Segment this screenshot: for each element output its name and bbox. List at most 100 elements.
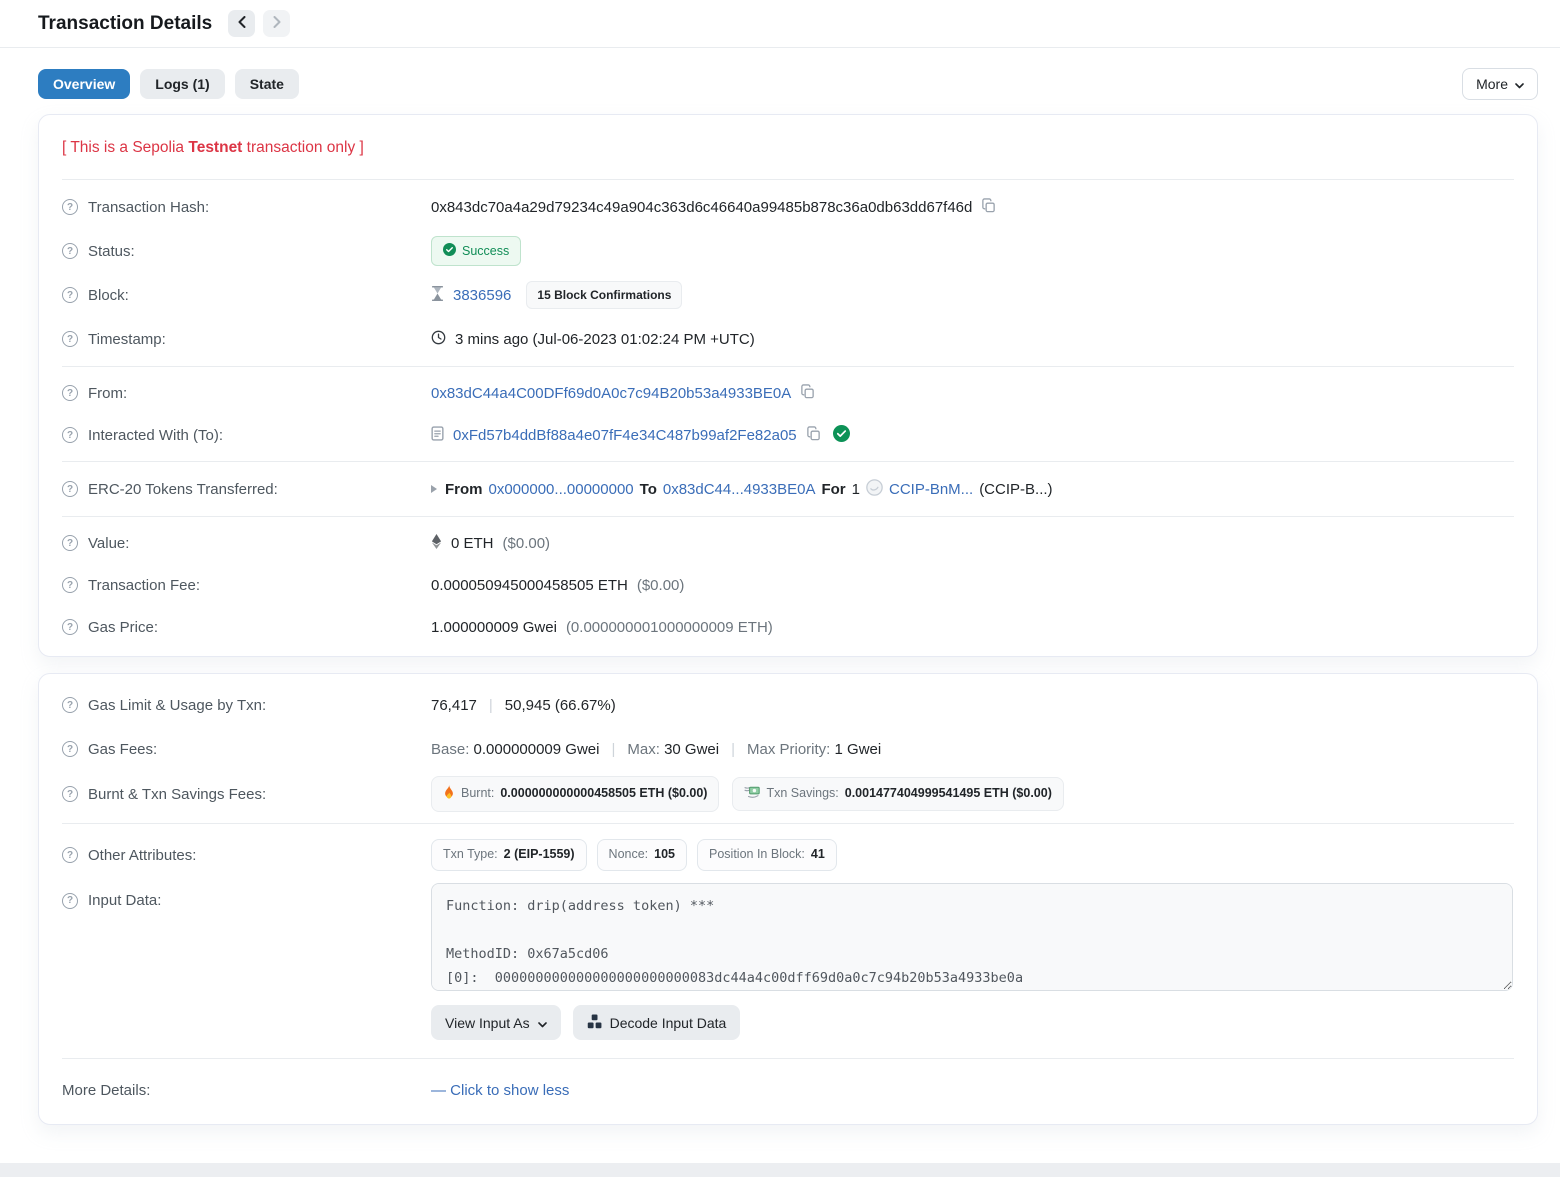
copy-to-button[interactable]: [806, 426, 821, 444]
eth-icon: [431, 534, 442, 553]
erc20-from-label: From: [445, 481, 483, 498]
tab-logs[interactable]: Logs (1): [140, 69, 224, 99]
help-icon: ?: [62, 741, 78, 757]
timestamp-value: 3 mins ago (Jul-06-2023 01:02:24 PM +UTC…: [455, 331, 755, 348]
hourglass-icon: [431, 286, 444, 305]
erc20-amount: 1: [852, 481, 860, 498]
help-icon: ?: [62, 535, 78, 551]
decode-cubes-icon: [587, 1014, 602, 1031]
help-icon: ?: [62, 481, 78, 497]
footer-strip: [0, 1163, 1560, 1177]
transaction-fee-value: 0.000050945000458505 ETH: [431, 577, 628, 594]
interacted-with-label: Interacted With (To):: [88, 427, 223, 444]
help-icon: ?: [62, 385, 78, 401]
next-transaction-button[interactable]: [263, 10, 290, 37]
burnt-savings-label: Burnt & Txn Savings Fees:: [88, 786, 266, 803]
timestamp-label: Timestamp:: [88, 331, 166, 348]
erc20-transfers-row: ? ERC-20 Tokens Transferred: From 0x00000…: [62, 467, 1514, 511]
max-fee-value: 30 Gwei: [664, 741, 719, 758]
base-fee-label: Base:: [431, 741, 469, 758]
other-attributes-label: Other Attributes:: [88, 847, 196, 864]
transaction-hash-row: ? Transaction Hash: 0x843dc70a4a29d79234c…: [62, 185, 1514, 229]
help-icon: ?: [62, 287, 78, 303]
from-row: ? From: 0x83dC44a4C00DFf69d0A0c7c94B20b53…: [62, 372, 1514, 414]
block-confirmations-badge: 15 Block Confirmations: [526, 281, 682, 309]
chevron-down-icon: [538, 1016, 547, 1030]
value-usd: ($0.00): [503, 535, 551, 552]
help-icon: ?: [62, 697, 78, 713]
more-button-label: More: [1476, 77, 1508, 91]
txn-savings-value: 0.001477404999541495 ETH ($0.00): [845, 787, 1052, 801]
erc20-to-address-link[interactable]: 0x83dC44...4933BE0A: [663, 481, 816, 498]
more-button[interactable]: More: [1462, 68, 1538, 100]
from-label: From:: [88, 385, 127, 402]
gas-price-eth: (0.000000001000000009 ETH): [566, 619, 773, 636]
transaction-hash-label: Transaction Hash:: [88, 199, 209, 216]
chevron-left-icon: [238, 16, 246, 31]
value-label: Value:: [88, 535, 129, 552]
input-data-label: Input Data:: [88, 892, 161, 909]
help-icon: ?: [62, 331, 78, 347]
view-input-as-button[interactable]: View Input As: [431, 1005, 561, 1040]
help-icon: ?: [62, 199, 78, 215]
gas-price-row: ?Gas Price: 1.000000009 Gwei (0.00000000…: [62, 606, 1514, 648]
chevron-down-icon: [1515, 77, 1524, 91]
from-address-link[interactable]: 0x83dC44a4C00DFf69d0A0c7c94B20b53a4933BE…: [431, 385, 791, 402]
more-details-row: More Details: — Click to show less: [62, 1064, 1514, 1116]
token-link[interactable]: CCIP-BnM...: [889, 481, 973, 498]
interacted-with-row: ? Interacted With (To): 0xFd57b4ddBf88a4e…: [62, 414, 1514, 456]
header-divider: [0, 47, 1560, 48]
decode-input-data-button[interactable]: Decode Input Data: [573, 1005, 741, 1040]
gas-fees-row: ?Gas Fees: Base: 0.000000009 Gwei | Max:…: [62, 728, 1514, 770]
divider: [62, 461, 1514, 462]
to-address-link[interactable]: 0xFd57b4ddBf88a4e07fF4e34C487b99af2Fe82a…: [453, 427, 797, 444]
separator: |: [731, 741, 735, 758]
token-symbol-paren: (CCIP-B...): [979, 481, 1052, 498]
tab-state[interactable]: State: [235, 69, 299, 99]
other-attributes-row: ?Other Attributes: Txn Type:2 (EIP-1559)…: [62, 829, 1514, 881]
transaction-hash-value: 0x843dc70a4a29d79234c49a904c363d6c46640a…: [431, 199, 972, 216]
divider: [62, 179, 1514, 180]
contract-icon: [431, 426, 444, 445]
max-priority-value: 1 Gwei: [835, 741, 882, 758]
details-card: ?Gas Limit & Usage by Txn: 76,417 | 50,9…: [38, 673, 1538, 1125]
erc20-from-address-link[interactable]: 0x000000...00000000: [489, 481, 634, 498]
copy-hash-button[interactable]: [981, 198, 996, 216]
separator: |: [489, 697, 493, 714]
prev-transaction-button[interactable]: [228, 10, 255, 37]
gas-limit-row: ?Gas Limit & Usage by Txn: 76,417 | 50,9…: [62, 682, 1514, 728]
help-icon: ?: [62, 427, 78, 443]
clock-icon: [431, 330, 446, 349]
help-icon: ?: [62, 619, 78, 635]
help-icon: ?: [62, 577, 78, 593]
gas-fees-label: Gas Fees:: [88, 741, 157, 758]
max-priority-label: Max Priority:: [747, 741, 830, 758]
timestamp-row: ? Timestamp: 3 mins ago (Jul-06-2023 01:0…: [62, 317, 1514, 361]
verified-check-icon: [833, 425, 850, 446]
transaction-fee-label: Transaction Fee:: [88, 577, 200, 594]
gas-price-value: 1.000000009 Gwei: [431, 619, 557, 636]
show-less-link[interactable]: — Click to show less: [431, 1082, 569, 1099]
block-number-link[interactable]: 3836596: [453, 287, 511, 304]
view-input-as-label: View Input As: [445, 1016, 530, 1030]
block-label: Block:: [88, 287, 129, 304]
divider: [62, 823, 1514, 824]
page-title: Transaction Details: [38, 13, 212, 35]
nonce-badge: Nonce:105: [597, 839, 687, 871]
txn-savings-label: Txn Savings:: [766, 787, 838, 801]
divider: [62, 366, 1514, 367]
transaction-fee-row: ? Transaction Fee: 0.000050945000458505 E…: [62, 564, 1514, 606]
tab-overview[interactable]: Overview: [38, 69, 130, 99]
input-data-textarea[interactable]: Function: drip(address token) *** Method…: [431, 883, 1513, 991]
position-in-block-badge: Position In Block:41: [697, 839, 837, 871]
separator: |: [611, 741, 615, 758]
erc20-transfers-label: ERC-20 Tokens Transferred:: [88, 481, 278, 498]
status-label: Status:: [88, 243, 135, 260]
status-badge: Success: [431, 236, 521, 266]
help-icon: ?: [62, 243, 78, 259]
help-icon: ?: [62, 847, 78, 863]
expand-triangle-icon: [431, 485, 437, 493]
copy-from-button[interactable]: [800, 384, 815, 402]
erc20-for-label: For: [821, 481, 845, 498]
value-eth: 0 ETH: [451, 535, 494, 552]
